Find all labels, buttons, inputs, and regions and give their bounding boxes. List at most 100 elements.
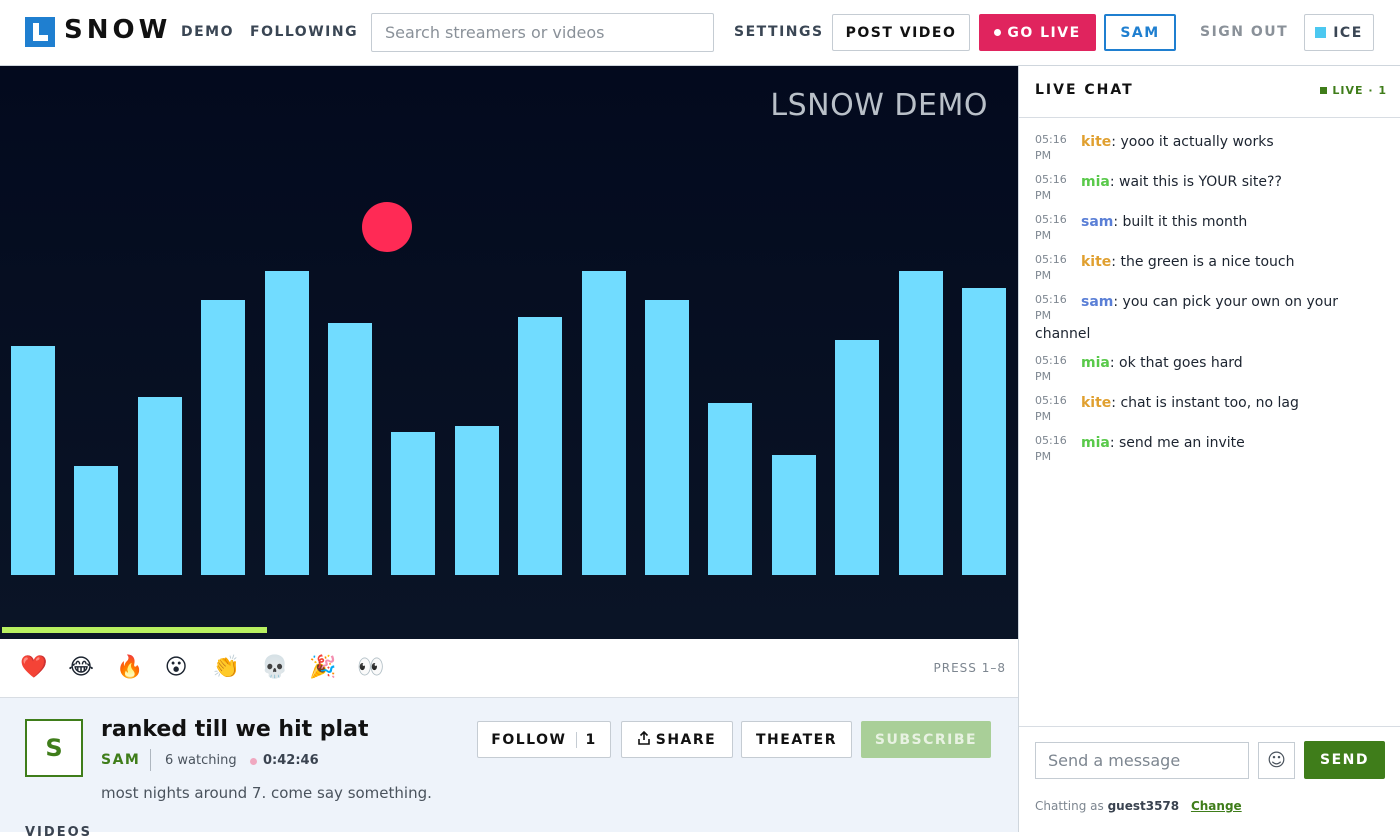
message-timestamp: 05:16 PM bbox=[1035, 253, 1067, 282]
video-player[interactable]: LSNOW DEMO bbox=[0, 66, 1018, 639]
live-dot-icon bbox=[994, 29, 1002, 36]
theater-button[interactable]: THEATER bbox=[741, 721, 852, 758]
stream-title: ranked till we hit plat bbox=[101, 717, 369, 742]
go-live-button[interactable]: GO LIVE bbox=[979, 14, 1096, 51]
message-username[interactable]: mia bbox=[1081, 435, 1110, 451]
search-input[interactable] bbox=[371, 13, 714, 52]
avatar[interactable]: S bbox=[25, 719, 83, 777]
live-indicator: LIVE · 1 bbox=[1320, 84, 1387, 97]
go-live-label: GO LIVE bbox=[1007, 24, 1081, 41]
message-username[interactable]: kite bbox=[1081, 254, 1111, 270]
chat-message: 05:16 PMkite: yooo it actually works bbox=[1035, 133, 1274, 162]
video-eq-bar bbox=[645, 300, 689, 575]
video-eq-bar bbox=[264, 271, 309, 575]
message-timestamp: 05:16 PM bbox=[1035, 354, 1067, 383]
theme-label: ICE bbox=[1333, 24, 1363, 41]
video-eq-bar bbox=[74, 466, 119, 575]
message-text: send me an invite bbox=[1119, 435, 1245, 451]
message-username[interactable]: mia bbox=[1081, 355, 1110, 371]
top-bar: SNOW DEMO FOLLOWING SETTINGS POST VIDEO … bbox=[0, 0, 1400, 66]
message-username[interactable]: kite bbox=[1081, 395, 1111, 411]
streamer-name[interactable]: SAM bbox=[101, 752, 140, 768]
chat-message: 05:16 PMmia: send me an invite bbox=[1035, 434, 1245, 463]
live-dot-icon bbox=[250, 758, 257, 765]
skull-icon[interactable]: 💀 bbox=[261, 656, 288, 680]
video-eq-bar bbox=[518, 317, 563, 575]
share-icon bbox=[637, 730, 650, 749]
subscribe-button[interactable]: SUBSCRIBE bbox=[861, 721, 991, 758]
post-video-button[interactable]: POST VIDEO bbox=[832, 14, 970, 51]
chat-message: 05:16 PMsam: built it this month bbox=[1035, 213, 1248, 242]
message-username[interactable]: mia bbox=[1081, 174, 1110, 190]
video-eq-bar bbox=[708, 403, 753, 575]
change-name-link[interactable]: Change bbox=[1191, 799, 1242, 813]
chat-header: LIVE CHAT LIVE · 1 bbox=[1019, 66, 1400, 118]
message-username[interactable]: sam bbox=[1081, 294, 1113, 310]
video-eq-bar bbox=[835, 340, 880, 575]
chat-input[interactable] bbox=[1035, 742, 1249, 779]
nav-demo[interactable]: DEMO bbox=[181, 24, 234, 40]
user-button[interactable]: SAM bbox=[1104, 14, 1176, 51]
message-text: the green is a nice touch bbox=[1120, 254, 1295, 270]
video-eq-bar bbox=[454, 426, 499, 575]
live-viewer-count: · 1 bbox=[1368, 84, 1387, 97]
chat-messages[interactable]: 05:16 PMkite: yooo it actually works 05:1… bbox=[1035, 132, 1375, 473]
share-label: SHARE bbox=[655, 731, 717, 748]
party-icon[interactable]: 🎉 bbox=[309, 656, 336, 680]
video-watermark: LSNOW DEMO bbox=[770, 88, 988, 123]
eyes-icon[interactable]: 👀 bbox=[357, 656, 384, 680]
fire-icon[interactable]: 🔥 bbox=[116, 656, 143, 680]
message-username[interactable]: sam bbox=[1081, 214, 1113, 230]
logo-icon[interactable] bbox=[25, 17, 55, 47]
chat-footer: ☺ SEND Chatting as guest3578 Change bbox=[1019, 726, 1400, 832]
theme-swatch-icon bbox=[1315, 27, 1327, 38]
message-text: built it this month bbox=[1122, 214, 1248, 230]
message-text: ok that goes hard bbox=[1119, 355, 1243, 371]
message-timestamp: 05:16 PM bbox=[1035, 213, 1067, 242]
video-eq-bar bbox=[201, 300, 246, 575]
chat-message: 05:16 PMkite: chat is instant too, no la… bbox=[1035, 394, 1299, 423]
clap-icon[interactable]: 👏 bbox=[213, 656, 240, 680]
video-eq-bar bbox=[328, 323, 372, 575]
chat-title: LIVE CHAT bbox=[1035, 82, 1134, 98]
follow-count: 1 bbox=[576, 731, 596, 748]
share-button[interactable]: SHARE bbox=[621, 721, 733, 758]
reactions-bar: PRESS 1–8 ❤️ 😂 🔥 😮 👏 💀 🎉 👀 bbox=[0, 639, 1018, 698]
follow-label: FOLLOW bbox=[491, 731, 567, 748]
stream-description: most nights around 7. come say something… bbox=[101, 784, 432, 802]
videos-heading: VIDEOS bbox=[25, 825, 92, 840]
divider bbox=[150, 749, 151, 771]
video-eq-bar bbox=[11, 346, 55, 575]
chatting-as-label: Chatting as bbox=[1035, 799, 1104, 813]
chat-message: 05:16 PMkite: the green is a nice touch bbox=[1035, 253, 1295, 282]
video-eq-bar bbox=[137, 397, 182, 575]
video-eq-bar bbox=[391, 432, 436, 575]
video-ball bbox=[362, 202, 412, 252]
sign-out-link[interactable]: SIGN OUT bbox=[1200, 24, 1288, 40]
heart-icon[interactable]: ❤️ bbox=[20, 656, 47, 680]
chat-message: 05:16 PMsam: you can pick your own on yo… bbox=[1035, 293, 1338, 342]
message-text: yooo it actually works bbox=[1120, 134, 1274, 150]
wow-icon[interactable]: 😮 bbox=[165, 656, 188, 680]
viewer-count: 6 watching bbox=[165, 753, 237, 768]
live-square-icon bbox=[1320, 87, 1328, 94]
video-eq-bar bbox=[771, 455, 816, 575]
chat-panel: LIVE CHAT LIVE · 1 05:16 PMkite: yooo it… bbox=[1018, 66, 1400, 832]
guest-name: guest3578 bbox=[1107, 799, 1180, 813]
follow-button[interactable]: FOLLOW 1 bbox=[477, 721, 611, 758]
live-label: LIVE bbox=[1332, 84, 1364, 97]
reaction-hint: PRESS 1–8 bbox=[933, 661, 1006, 675]
message-username[interactable]: kite bbox=[1081, 134, 1111, 150]
theme-button[interactable]: ICE bbox=[1304, 14, 1374, 51]
send-button[interactable]: SEND bbox=[1304, 741, 1385, 779]
message-timestamp: 05:16 PM bbox=[1035, 434, 1067, 463]
emoji-picker-icon[interactable]: ☺ bbox=[1258, 742, 1295, 779]
video-progress-bar[interactable] bbox=[2, 627, 267, 633]
nav-settings[interactable]: SETTINGS bbox=[734, 24, 824, 40]
video-eq-bar bbox=[962, 288, 1006, 575]
logo-text[interactable]: SNOW bbox=[64, 15, 171, 45]
laugh-icon[interactable]: 😂 bbox=[68, 656, 94, 680]
nav-following[interactable]: FOLLOWING bbox=[250, 24, 358, 40]
message-timestamp: 05:16 PM bbox=[1035, 293, 1067, 322]
video-eq-bar bbox=[898, 271, 943, 575]
